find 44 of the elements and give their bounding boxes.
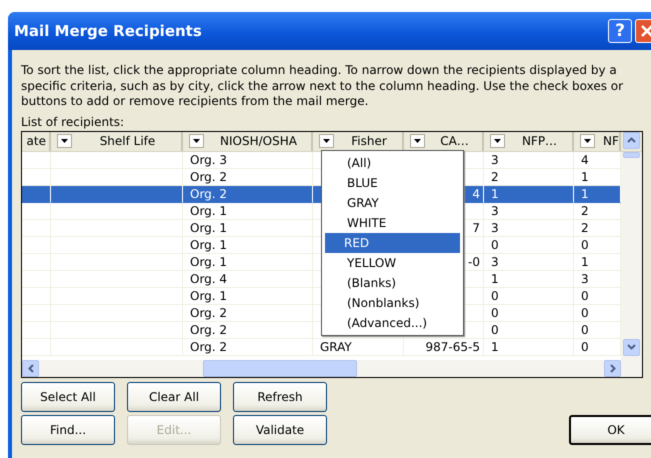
table-cell: 7 [472,220,480,234]
table-cell: 1 [581,186,589,200]
table-cell: 0 [581,306,589,320]
table-cell: 3 [491,220,499,234]
table-cell: 0 [581,340,589,354]
table-cell: Org. 1 [190,204,228,218]
table-cell: 0 [581,322,589,336]
table-cell: 1 [581,170,589,184]
table-cell: 0 [581,238,589,252]
table-cell: Org. 2 [190,340,228,354]
table-cell: 0 [491,306,499,320]
table-cell: 2 [581,220,589,234]
table-cell: 0 [581,288,589,302]
list-label: List of recipients: [21,114,126,128]
table-cell: 1 [491,340,499,354]
table-cell: 3 [491,204,499,218]
table-cell: 2 [491,170,499,184]
table-cell: Org. 1 [190,220,228,234]
table-cell: Org. 1 [190,288,228,302]
table-cell: Org. 2 [190,186,228,200]
table-cell: 0 [491,238,499,252]
table-cell: GRAY [320,340,352,354]
table-cell: Org. 1 [190,254,228,268]
table-cell: 0 [491,322,499,336]
table-cell: 2 [581,204,589,218]
table-cell: Org. 2 [190,306,228,320]
table-cell: 3 [491,152,499,166]
table-cell: Org. 2 [190,170,228,184]
table-cell: 0 [491,288,499,302]
table-cell: Org. 1 [190,238,228,252]
window-title: Mail Merge Recipients [14,22,203,40]
table-cell: 1 [491,272,499,286]
table-cell: Org. 3 [190,152,228,166]
table-cell: Org. 2 [190,322,228,336]
table-cell: 987-65-5 [426,340,480,354]
table-cell: 1 [581,254,589,268]
table-cell: 3 [581,272,589,286]
table-cell: -0 [468,254,480,268]
table-cell: 3 [491,254,499,268]
table-cell: 4 [472,186,480,200]
instructions-text: To sort the list, click the appropriate column heading. To narrow down the recipients displayed by a specific criteria, such as by city, click the arrow next to the column heading. Use the check boxes or buttons to add or remove recipients from the mail merge. [21,63,624,110]
table-cell: Org. 4 [190,272,228,286]
table-cell: 4 [581,152,589,166]
table-cell: 1 [491,186,499,200]
